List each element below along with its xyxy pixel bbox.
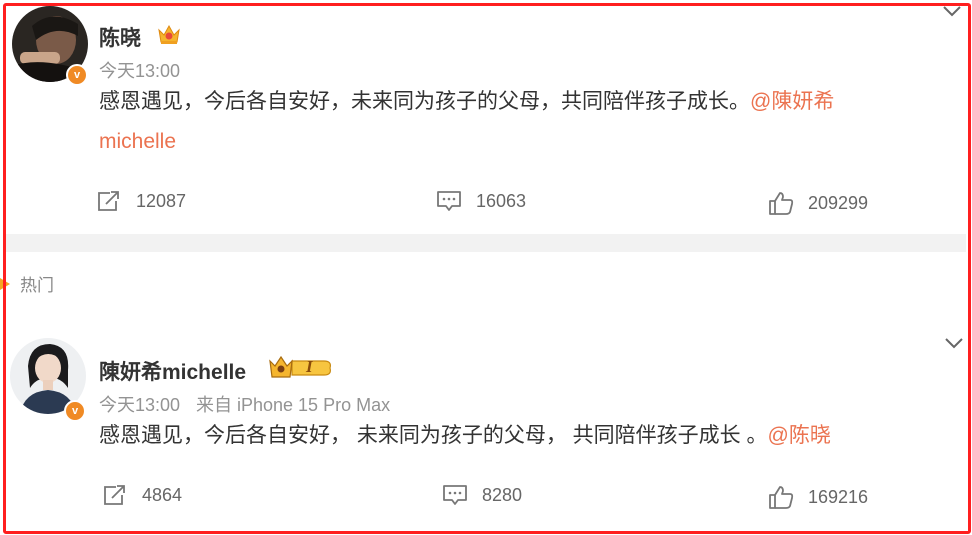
vip-level: I xyxy=(306,357,313,376)
author-name[interactable]: 陈晓 xyxy=(99,22,141,52)
weibo-post-2: v 陳妍希michelle I 今天13:00 来自 iPhone 15 Pro… xyxy=(6,320,966,528)
verified-badge-icon: v xyxy=(64,400,86,422)
mention-link[interactable]: @陈晓 xyxy=(768,424,831,447)
hot-label: 热门 xyxy=(20,275,54,295)
comment-button[interactable]: 8280 xyxy=(442,480,522,510)
hot-section-header: 热门 xyxy=(0,268,54,298)
post-content: 感恩遇见，今后各自安好， 未来同为孩子的父母， 共同陪伴孩子成长 。@陈晓 xyxy=(99,416,939,456)
crown-icon xyxy=(158,24,180,44)
weibo-post-1: v 陈晓 今天13:00 感恩遇见，今后各自安好，未来同为孩子的父母，共同陪伴孩… xyxy=(6,0,966,234)
thumbs-up-icon xyxy=(769,486,794,509)
comment-count: 16063 xyxy=(476,190,527,211)
repost-icon xyxy=(98,191,119,211)
content-text: 感恩遇见，今后各自安好，未来同为孩子的父母，共同陪伴孩子成长。 xyxy=(99,90,750,113)
like-count: 169216 xyxy=(808,486,869,507)
author-name[interactable]: 陳妍希michelle xyxy=(99,356,246,386)
thumbs-up-icon xyxy=(769,192,794,215)
post-source: 来自 iPhone 15 Pro Max xyxy=(196,395,391,415)
mention-link-continued[interactable]: michelle xyxy=(99,130,176,153)
comment-count: 8280 xyxy=(482,484,523,505)
repost-button[interactable]: 12087 xyxy=(96,186,186,216)
like-button[interactable]: 209299 xyxy=(768,188,868,218)
vip-crown-icon xyxy=(269,355,331,378)
repost-count: 12087 xyxy=(136,190,187,211)
chevron-down-icon[interactable] xyxy=(942,4,962,18)
post-time[interactable]: 今天13:00 xyxy=(99,57,180,83)
like-count: 209299 xyxy=(808,192,869,213)
mention-link[interactable]: @陳妍希 xyxy=(750,90,834,113)
repost-button[interactable]: 4864 xyxy=(102,480,182,510)
post-content: 感恩遇见，今后各自安好，未来同为孩子的父母，共同陪伴孩子成长。@陳妍希 mich… xyxy=(99,82,899,162)
content-text: 感恩遇见，今后各自安好， 未来同为孩子的父母， 共同陪伴孩子成长 。 xyxy=(99,424,768,447)
verified-badge-icon: v xyxy=(66,64,88,86)
repost-count: 4864 xyxy=(142,484,183,505)
section-divider xyxy=(6,234,966,252)
vip-badge: I xyxy=(268,355,334,381)
comment-button[interactable]: 16063 xyxy=(436,186,526,216)
like-button[interactable]: 169216 xyxy=(768,482,868,512)
flame-icon xyxy=(0,278,10,290)
repost-icon xyxy=(104,485,125,505)
comment-icon xyxy=(437,191,461,211)
post-time[interactable]: 今天13:00 xyxy=(99,391,180,417)
chevron-down-icon[interactable] xyxy=(944,336,964,350)
comment-icon xyxy=(443,485,467,505)
